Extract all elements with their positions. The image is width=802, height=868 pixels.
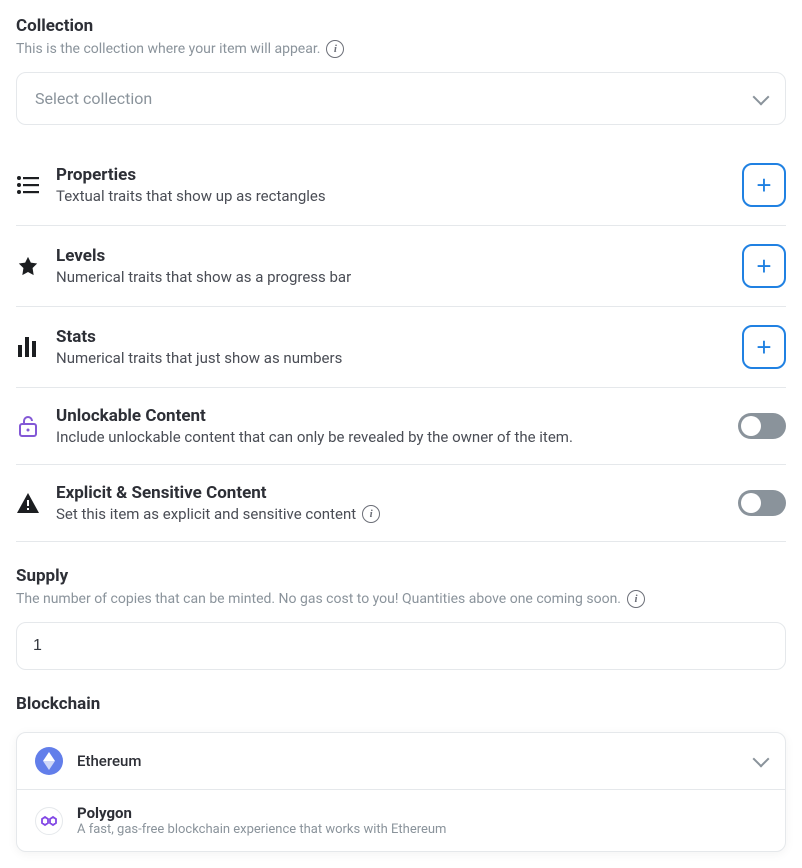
divider (16, 541, 786, 542)
collection-title: Collection (16, 16, 786, 36)
supply-desc: The number of copies that can be minted.… (16, 590, 786, 608)
explicit-desc: Set this item as explicit and sensitive … (56, 505, 722, 523)
chevron-down-icon (753, 88, 770, 105)
unlockable-title: Unlockable Content (56, 406, 722, 426)
add-stats-button[interactable]: + (742, 325, 786, 369)
unlock-icon (16, 414, 40, 438)
chevron-down-icon (753, 751, 770, 768)
properties-title: Properties (56, 165, 726, 185)
explicit-toggle[interactable] (738, 490, 786, 516)
info-icon[interactable]: i (326, 40, 344, 58)
stats-icon (16, 335, 40, 359)
collection-select[interactable]: Select collection (16, 72, 786, 125)
add-properties-button[interactable]: + (742, 163, 786, 207)
list-icon (16, 173, 40, 197)
collection-desc: This is the collection where your item w… (16, 40, 786, 58)
blockchain-selected-name: Ethereum (77, 752, 141, 770)
levels-desc: Numerical traits that show as a progress… (56, 268, 726, 286)
levels-title: Levels (56, 246, 726, 266)
blockchain-select: Ethereum Polygon A fast, gas-free blockc… (16, 732, 786, 852)
unlockable-row: Unlockable Content Include unlockable co… (16, 388, 786, 464)
explicit-title: Explicit & Sensitive Content (56, 483, 722, 503)
add-levels-button[interactable]: + (742, 244, 786, 288)
properties-row: Properties Textual traits that show up a… (16, 145, 786, 225)
stats-title: Stats (56, 327, 726, 347)
polygon-desc: A fast, gas-free blockchain experience t… (77, 822, 446, 837)
collection-section: Collection This is the collection where … (16, 16, 786, 125)
blockchain-option-polygon[interactable]: Polygon A fast, gas-free blockchain expe… (17, 790, 785, 851)
explicit-row: Explicit & Sensitive Content Set this it… (16, 465, 786, 541)
ethereum-icon (35, 747, 63, 775)
blockchain-title: Blockchain (16, 694, 786, 714)
warning-icon (16, 491, 40, 515)
info-icon[interactable]: i (627, 590, 645, 608)
blockchain-selected[interactable]: Ethereum (17, 733, 785, 790)
supply-input[interactable] (16, 622, 786, 670)
blockchain-section: Blockchain Ethereum Polygon A fast, gas-… (16, 694, 786, 852)
supply-section: Supply The number of copies that can be … (16, 566, 786, 670)
polygon-name: Polygon (77, 804, 446, 822)
polygon-icon (35, 807, 63, 835)
levels-row: Levels Numerical traits that show as a p… (16, 226, 786, 306)
info-icon[interactable]: i (362, 505, 380, 523)
supply-title: Supply (16, 566, 786, 586)
stats-desc: Numerical traits that just show as numbe… (56, 349, 726, 367)
star-icon (16, 254, 40, 278)
stats-row: Stats Numerical traits that just show as… (16, 307, 786, 387)
unlockable-toggle[interactable] (738, 413, 786, 439)
collection-placeholder: Select collection (35, 89, 152, 108)
unlockable-desc: Include unlockable content that can only… (56, 428, 722, 446)
properties-desc: Textual traits that show up as rectangle… (56, 187, 726, 205)
